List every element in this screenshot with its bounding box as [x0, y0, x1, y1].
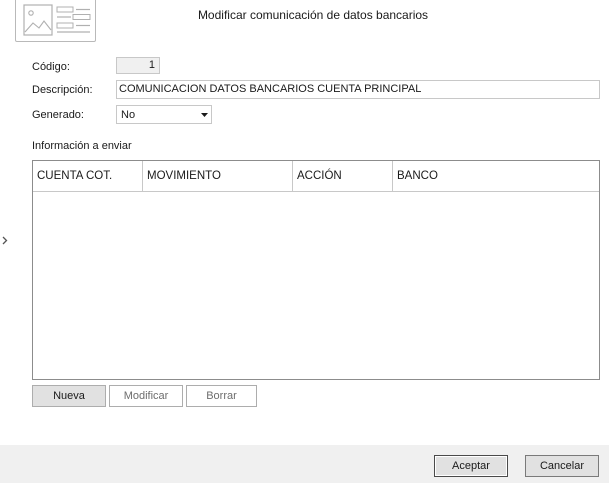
descripcion-label: Descripción:	[32, 84, 93, 96]
dialog-title: Modificar comunicación de datos bancario…	[197, 8, 429, 22]
modificar-button[interactable]: Modificar	[109, 385, 183, 407]
borrar-button[interactable]: Borrar	[186, 385, 257, 407]
codigo-field: 1	[116, 57, 160, 74]
column-header-banco[interactable]: BANCO	[393, 161, 599, 191]
column-header-movimiento[interactable]: MOVIMIENTO	[143, 161, 293, 191]
document-icon	[15, 0, 96, 42]
nueva-button[interactable]: Nueva	[32, 385, 106, 407]
generado-selected-value: No	[121, 109, 136, 121]
column-header-cuenta[interactable]: CUENTA COT.	[33, 161, 143, 191]
data-grid[interactable]: CUENTA COT. MOVIMIENTO ACCIÓN BANCO	[32, 160, 600, 380]
dialog-window: Modificar comunicación de datos bancario…	[0, 0, 609, 483]
column-header-accion[interactable]: ACCIÓN	[293, 161, 393, 191]
grid-header: CUENTA COT. MOVIMIENTO ACCIÓN BANCO	[33, 161, 599, 192]
dialog-footer	[0, 445, 609, 483]
descripcion-input[interactable]: COMUNICACION DATOS BANCARIOS CUENTA PRIN…	[116, 80, 600, 99]
cancelar-button[interactable]: Cancelar	[525, 455, 599, 477]
chevron-down-icon[interactable]	[197, 106, 211, 123]
generado-select[interactable]: No	[116, 105, 212, 124]
section-title: Información a enviar	[32, 140, 132, 152]
aceptar-button[interactable]: Aceptar	[434, 455, 508, 477]
codigo-label: Código:	[32, 61, 70, 73]
chevron-right-icon[interactable]	[2, 236, 8, 248]
generado-label: Generado:	[32, 109, 84, 121]
